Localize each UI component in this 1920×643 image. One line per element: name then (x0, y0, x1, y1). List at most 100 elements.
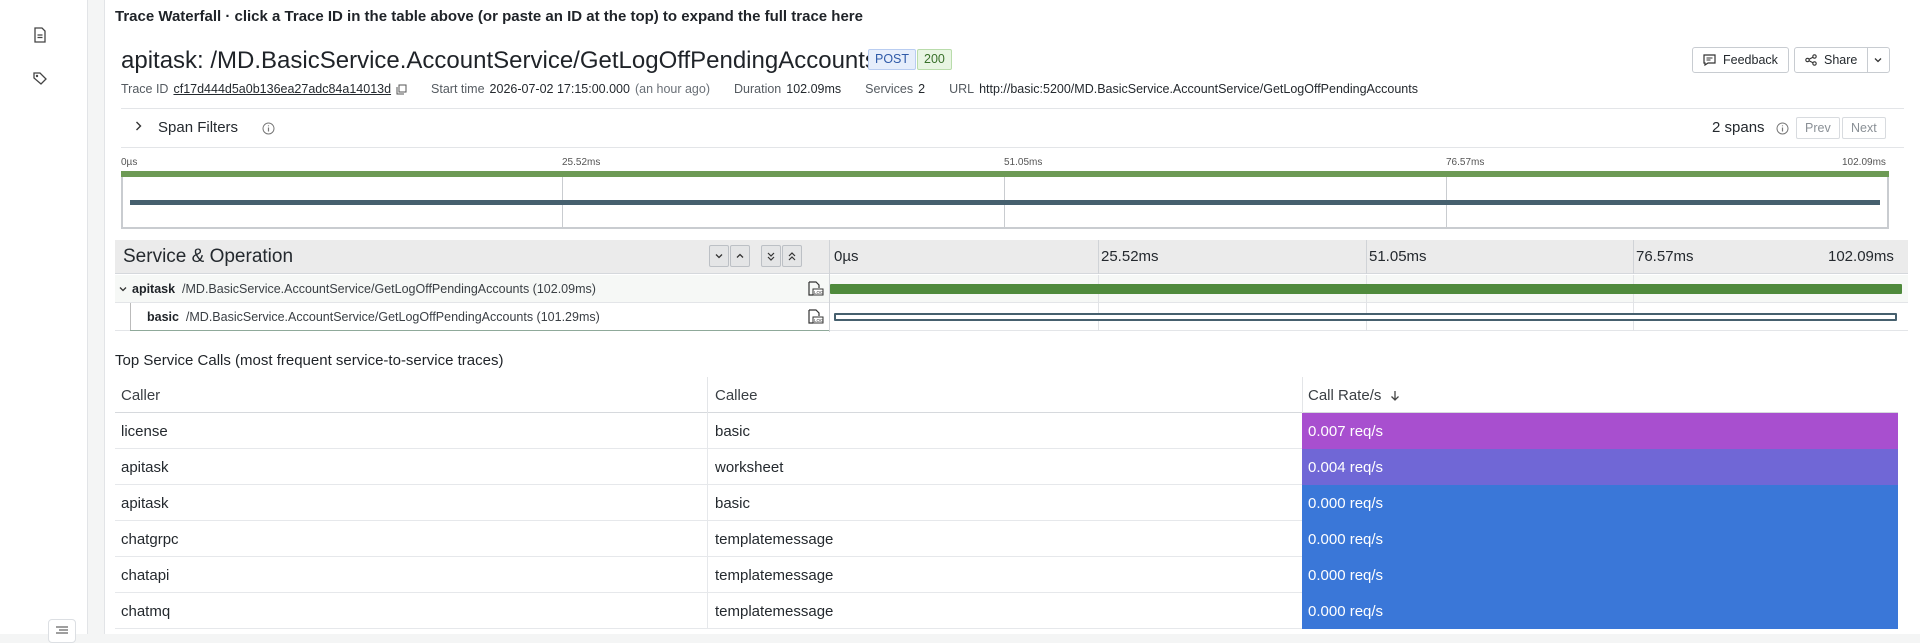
expand-one-button[interactable] (730, 245, 750, 267)
share-options-button[interactable] (1867, 47, 1890, 73)
trace-minimap[interactable]: 0µs 25.52ms 51.05ms 76.57ms 102.09ms (121, 155, 1891, 232)
span-waterfall: Service & Operation 0µs 25.52ms 51.05ms … (115, 240, 1908, 332)
share-label: Share (1824, 53, 1858, 67)
duration-group: Duration 102.09ms (734, 82, 841, 96)
call-rate-cell: 0.007 req/s (1302, 413, 1898, 449)
call-rate-cell: 0.000 req/s (1302, 593, 1898, 629)
share-button[interactable]: Share (1794, 47, 1869, 73)
share-icon (1805, 54, 1817, 66)
column-divider (707, 485, 708, 521)
call-rate-column-header[interactable]: Call Rate/s (1308, 387, 1400, 404)
column-divider (829, 240, 830, 332)
collapse-all-button[interactable] (761, 245, 781, 267)
top-calls-title: Top Service Calls (most frequent service… (115, 352, 504, 369)
chevron-down-icon (715, 254, 723, 259)
span-row[interactable]: apitask /MD.BasicService.AccountService/… (115, 275, 1908, 303)
spans-count: 2 spans (1712, 119, 1765, 136)
table-row[interactable]: chatapi templatemessage 0.000 req/s (115, 557, 1898, 593)
chevron-right-icon[interactable] (135, 121, 142, 131)
column-divider (707, 521, 708, 557)
document-icon[interactable] (31, 26, 49, 44)
callee-cell: templatemessage (715, 603, 834, 620)
services-group: Services 2 (865, 82, 925, 96)
trace-waterfall-panel: Trace Waterfall · click a Trace ID in th… (104, 0, 1920, 634)
services-value: 2 (918, 82, 926, 96)
call-rate-cell: 0.000 req/s (1302, 557, 1898, 593)
table-row[interactable]: chatmq templatemessage 0.000 req/s (115, 593, 1898, 629)
svg-text:LOG: LOG (814, 318, 824, 323)
timeline-tick: 51.05ms (1369, 248, 1427, 265)
next-button[interactable]: Next (1842, 117, 1886, 139)
callee-cell: worksheet (715, 459, 784, 476)
caller-column-header[interactable]: Caller (121, 387, 160, 404)
table-row[interactable]: chatgrpc templatemessage 0.000 req/s (115, 521, 1898, 557)
trace-id-group: Trace ID cf17d444d5a0b136ea27adc84a14013… (121, 82, 407, 96)
copy-icon[interactable] (396, 84, 407, 95)
collapse-one-button[interactable] (709, 245, 729, 267)
span-bar[interactable] (833, 313, 1898, 321)
logs-icon[interactable]: LOG (807, 281, 824, 297)
span-service: basic (147, 310, 179, 324)
start-time-value: 2026-07-02 17:15:00.000 (489, 82, 630, 96)
panel-title: Trace Waterfall · click a Trace ID in th… (115, 8, 863, 25)
column-divider (707, 593, 708, 629)
tag-icon[interactable] (31, 70, 49, 88)
chevron-down-icon[interactable] (119, 286, 127, 292)
services-label: Services (865, 82, 914, 96)
minimap-child-span (130, 200, 1880, 205)
tree-guide (130, 330, 829, 331)
table-header: Caller Callee Call Rate/s (115, 377, 1898, 413)
expand-all-button[interactable] (782, 245, 802, 267)
waterfall-header: Service & Operation 0µs 25.52ms 51.05ms … (115, 240, 1908, 274)
minimap-tick: 25.52ms (562, 157, 601, 168)
svg-text:LOG: LOG (814, 290, 824, 295)
table-row[interactable]: license basic 0.007 req/s (115, 413, 1898, 449)
logs-icon[interactable]: LOG (807, 309, 824, 325)
start-time-group: Start time 2026-07-02 17:15:00.000 (an h… (431, 82, 710, 96)
caller-cell: license (121, 423, 168, 440)
collapse-sidebar-button[interactable] (48, 619, 76, 643)
table-row[interactable]: apitask worksheet 0.004 req/s (115, 449, 1898, 485)
span-filters-toggle[interactable]: Span Filters (158, 119, 238, 136)
top-calls-table: Caller Callee Call Rate/s license basic … (115, 377, 1898, 629)
chevron-down-icon (1874, 58, 1882, 63)
timeline-gridline (1098, 240, 1099, 274)
column-divider (707, 449, 708, 485)
service-operation-header: Service & Operation (123, 246, 294, 267)
span-filters-bar: Span Filters 2 spans Prev Next (121, 108, 1904, 148)
minimap-tick: 0µs (121, 157, 138, 168)
duration-value: 102.09ms (786, 82, 842, 96)
callee-cell: basic (715, 495, 751, 512)
call-rate-cell: 0.000 req/s (1302, 485, 1898, 521)
table-body: license basic 0.007 req/s apitask worksh… (115, 413, 1898, 629)
caller-cell: chatmq (121, 603, 171, 620)
callee-cell: templatemessage (715, 531, 834, 548)
call-rate-cell: 0.004 req/s (1302, 449, 1898, 485)
info-icon (262, 122, 275, 135)
chevron-up-icon (736, 253, 744, 258)
timeline-tick: 76.57ms (1636, 248, 1694, 265)
timeline-gridline (1366, 240, 1367, 274)
callee-cell: basic (715, 423, 751, 440)
url-value: http://basic:5200/MD.BasicService.Accoun… (979, 82, 1418, 96)
span-name: apitask /MD.BasicService.AccountService/… (132, 282, 596, 296)
start-time-relative: (an hour ago) (634, 82, 711, 96)
feedback-button[interactable]: Feedback (1692, 47, 1789, 73)
span-operation: /MD.BasicService.AccountService/GetLogOf… (182, 282, 596, 296)
span-row[interactable]: basic /MD.BasicService.AccountService/Ge… (115, 303, 1908, 331)
feedback-icon (1703, 54, 1716, 66)
minimap-tick: 51.05ms (1004, 157, 1043, 168)
timeline-tick: 102.09ms (1828, 248, 1894, 265)
minimap-root-span (121, 171, 1889, 177)
table-row[interactable]: apitask basic 0.000 req/s (115, 485, 1898, 521)
url-label: URL (949, 82, 975, 96)
column-divider (707, 413, 708, 449)
span-bar[interactable] (830, 284, 1902, 294)
caller-cell: chatgrpc (121, 531, 179, 548)
callee-column-header[interactable]: Callee (715, 387, 758, 404)
span-service: apitask (132, 282, 176, 296)
prev-button[interactable]: Prev (1796, 117, 1840, 139)
trace-id-link[interactable]: cf17d444d5a0b136ea27adc84a14013d (173, 82, 391, 96)
info-icon (1776, 122, 1789, 135)
left-nav (0, 0, 88, 643)
